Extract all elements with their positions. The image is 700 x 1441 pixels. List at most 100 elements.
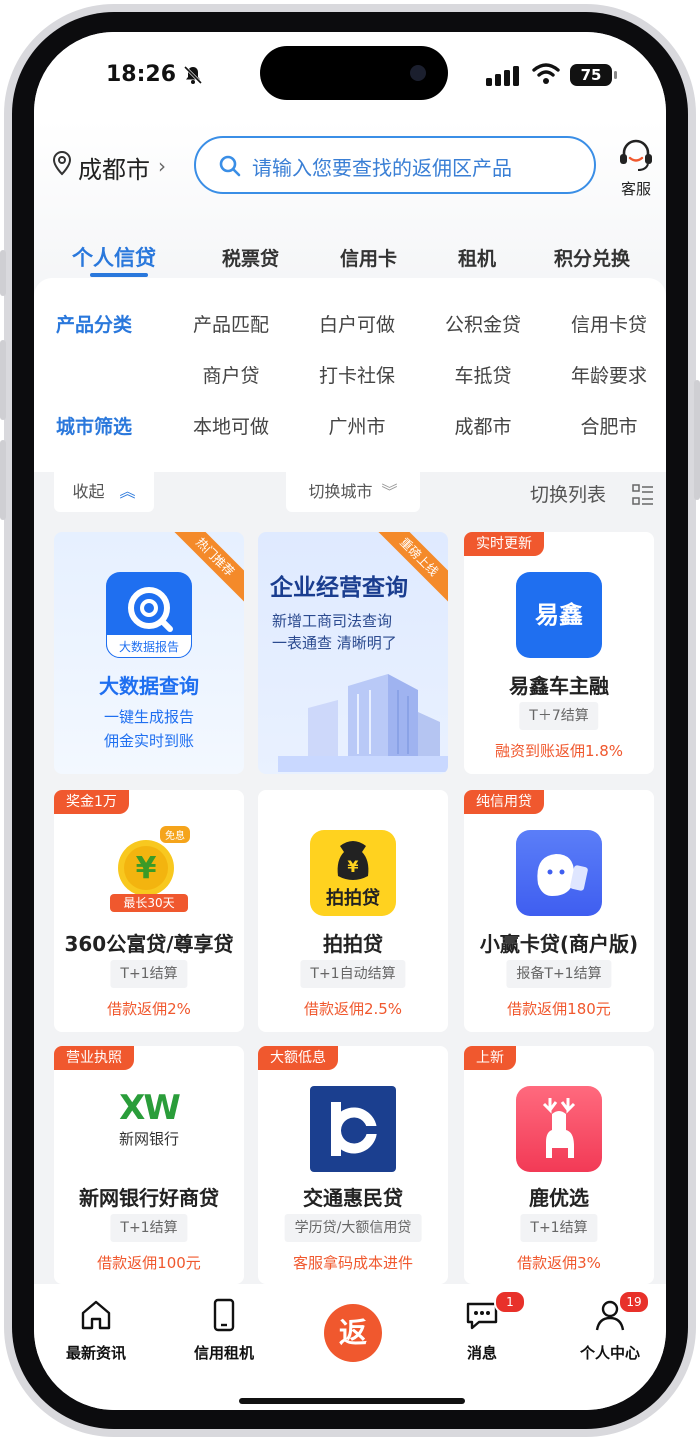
enterprise-title: 企业经营查询 — [270, 575, 408, 601]
product-card[interactable]: 上新 鹿优选 T+1结算 借款返佣3% — [464, 1046, 654, 1284]
nav-news-label: 最新资讯 — [65, 1344, 126, 1362]
product-card[interactable]: 奖金1万 ¥ 免息 最长30天 360公富贷/尊享贷 T+1结算 借款返佣2% — [54, 790, 244, 1032]
mute-switch — [0, 250, 6, 296]
filter-fund-loan[interactable]: 公积金贷 — [428, 310, 538, 337]
filter-panel: 产品分类 产品匹配 白户可做 公积金贷 信用卡贷 商户贷 打卡社保 车抵贷 年龄… — [34, 278, 666, 472]
switch-city-button[interactable]: 切换城市 ︾ — [286, 472, 420, 512]
product-settlement: T+1结算 — [110, 960, 188, 988]
city-hefei[interactable]: 合肥市 — [554, 412, 664, 439]
volume-up-button — [0, 340, 6, 420]
bigdata-card[interactable]: 热门推荐 大数据报告 大数据查询 一键生成报告 佣金实时到账 — [54, 532, 244, 774]
product-settlement: T+1自动结算 — [300, 960, 406, 988]
product-commission: 借款返佣100元 — [97, 1254, 201, 1272]
filter-merchant-loan[interactable]: 商户贷 — [176, 361, 286, 388]
location-pin-icon[interactable] — [52, 150, 72, 176]
bigdata-line2: 佣金实时到账 — [103, 732, 194, 750]
dynamic-island — [260, 46, 448, 100]
loan360-logo: ¥ 免息 最长30天 — [106, 826, 192, 914]
product-title: 小赢卡贷(商户版) — [479, 932, 639, 956]
deer-icon — [542, 1098, 576, 1158]
city-row: 城市筛选 本地可做 广州市 成都市 合肥市 — [34, 412, 666, 452]
tab-personal-credit[interactable]: 个人信贷 — [72, 242, 156, 272]
nav-profile-label: 个人中心 — [579, 1344, 640, 1362]
product-tag: 营业执照 — [54, 1046, 134, 1070]
filter-actions: 收起 ︽ 切换城市 ︾ 切换列表 — [34, 472, 666, 514]
customer-service-button[interactable]: 客服 — [612, 138, 660, 199]
filter-no-credit[interactable]: 白户可做 — [302, 310, 412, 337]
tab-tax-loan[interactable]: 税票贷 — [222, 244, 279, 271]
switch-list-button[interactable]: 切换列表 — [530, 480, 606, 507]
product-title: 易鑫车主融 — [509, 674, 609, 698]
product-commission: 客服拿码成本进件 — [292, 1254, 413, 1272]
money-bag-icon: ¥ — [337, 841, 369, 880]
status-bar: 18:26 75 — [34, 32, 666, 120]
nav-profile[interactable]: 个人中心 19 — [560, 1290, 660, 1363]
city-selector[interactable]: 成都市 — [78, 150, 150, 185]
city-filter-label: 城市筛选 — [56, 416, 133, 438]
tab-points-exchange[interactable]: 积分兑换 — [554, 244, 630, 271]
chevron-up-icon: ︽ — [119, 482, 136, 501]
enterprise-card[interactable]: 重磅上线 企业经营查询 新增工商司法查询 一表通查 清晰明了 — [258, 532, 448, 774]
product-title: 交通惠民贷 — [303, 1186, 403, 1210]
loan360-logo-caption: 最长30天 — [110, 894, 188, 912]
product-settlement: T+1结算 — [110, 1214, 188, 1242]
service-label: 客服 — [620, 180, 651, 198]
category-row-1: 产品分类 产品匹配 白户可做 公积金贷 信用卡贷 — [34, 310, 666, 350]
city-local[interactable]: 本地可做 — [176, 412, 286, 439]
chevron-right-icon[interactable]: › — [158, 154, 166, 178]
tab-phone-rental[interactable]: 租机 — [458, 244, 496, 271]
nav-phone-rental[interactable]: 信用租机 — [174, 1298, 274, 1363]
product-card[interactable]: 营业执照 XW 新网银行 新网银行好商贷 T+1结算 借款返佣100元 — [54, 1046, 244, 1284]
collapse-button[interactable]: 收起 ︽ — [54, 472, 154, 512]
xinwang-logo: XW 新网银行 — [106, 1088, 192, 1174]
enterprise-line2: 一表通查 清晰明了 — [272, 634, 397, 652]
phone-icon — [213, 1298, 235, 1332]
filter-age[interactable]: 年龄要求 — [554, 361, 664, 388]
city-guangzhou[interactable]: 广州市 — [302, 412, 412, 439]
battery-indicator: 75 — [570, 64, 612, 86]
bigdata-logo: 大数据报告 — [106, 572, 192, 658]
search-placeholder: 请输入您要查找的返佣区产品 — [252, 156, 512, 180]
product-commission: 借款返佣2% — [107, 1000, 191, 1018]
product-title: 新网银行好商贷 — [79, 1186, 219, 1210]
interest-free-badge: 免息 — [160, 826, 190, 843]
nav-messages-label: 消息 — [466, 1344, 497, 1362]
product-settlement: 报备T+1结算 — [506, 960, 612, 988]
chevron-down-icon: ︾ — [381, 482, 398, 501]
filter-social-security[interactable]: 打卡社保 — [302, 361, 412, 388]
tab-credit-card[interactable]: 信用卡 — [340, 244, 397, 271]
filter-product-match[interactable]: 产品匹配 — [176, 310, 286, 337]
nav-commission-center[interactable]: 返 — [324, 1304, 382, 1362]
bell-muted-icon — [183, 65, 203, 85]
svg-text:¥: ¥ — [347, 857, 358, 876]
bottom-nav: 最新资讯 信用租机 返 消息 1 个人中心 19 — [34, 1284, 666, 1410]
product-commission: 借款返佣180元 — [507, 1000, 611, 1018]
xinwang-logo-name: 新网银行 — [118, 1130, 179, 1148]
paipaidai-logo: ¥ 拍拍贷 — [310, 830, 396, 916]
xiaoying-logo — [516, 830, 602, 916]
product-commission: 借款返佣2.5% — [303, 1000, 403, 1018]
product-tag: 实时更新 — [464, 532, 544, 556]
bocom-logo — [310, 1086, 396, 1172]
product-card[interactable]: ¥ 拍拍贷 拍拍贷 T+1自动结算 借款返佣2.5% — [258, 790, 448, 1032]
product-card[interactable]: 纯信用贷 小赢卡贷(商户版) 报备T+1结算 借款返佣180元 — [464, 790, 654, 1032]
list-view-icon[interactable] — [632, 484, 654, 506]
yixin-logo-text: 易鑫 — [535, 601, 583, 629]
search-icon — [219, 155, 241, 177]
product-title: 鹿优选 — [529, 1186, 589, 1210]
product-tag: 纯信用贷 — [464, 790, 544, 814]
nav-news[interactable]: 最新资讯 — [46, 1298, 146, 1363]
bigdata-line1: 一键生成报告 — [103, 708, 194, 726]
bank-logo-icon — [331, 1102, 378, 1156]
enterprise-line1: 新增工商司法查询 — [272, 612, 393, 630]
city-chengdu[interactable]: 成都市 — [428, 412, 538, 439]
product-card[interactable]: 大额低息 交通惠民贷 学历贷/大额信用贷 客服拿码成本进件 — [258, 1046, 448, 1284]
product-card[interactable]: 实时更新 易鑫 易鑫车主融 T＋7结算 融资到账返佣1.8% — [464, 532, 654, 774]
search-box[interactable]: 请输入您要查找的返佣区产品 — [194, 136, 596, 194]
nav-messages[interactable]: 消息 1 — [432, 1290, 532, 1363]
product-settlement: T＋7结算 — [519, 702, 599, 730]
product-settlement: T+1结算 — [520, 1214, 598, 1242]
filter-card-loan[interactable]: 信用卡贷 — [554, 310, 664, 337]
product-title: 拍拍贷 — [323, 932, 383, 956]
filter-car-loan[interactable]: 车抵贷 — [428, 361, 538, 388]
